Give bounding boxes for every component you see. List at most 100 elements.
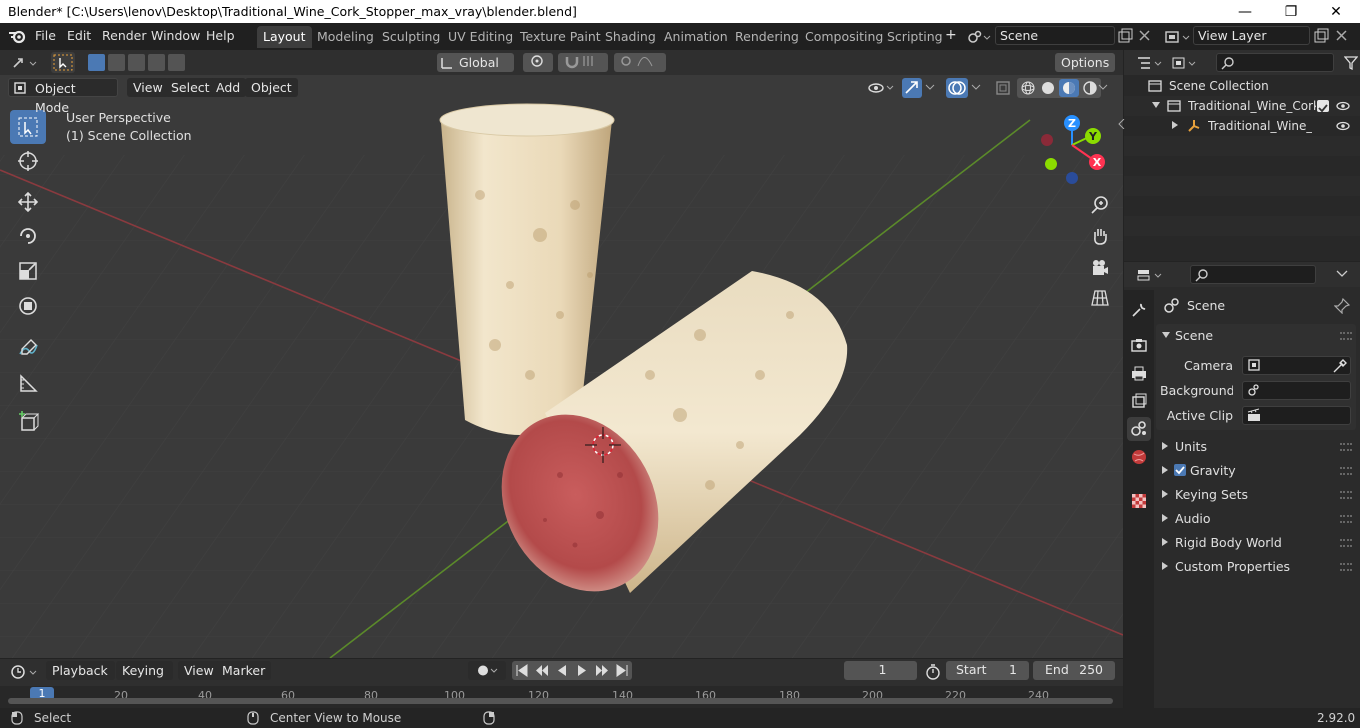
rotate-tool[interactable] <box>10 219 46 253</box>
copy-view-layer-icon[interactable] <box>1313 28 1331 44</box>
timeline-view-menu[interactable]: View <box>178 661 220 680</box>
select-tool-button[interactable] <box>51 52 75 73</box>
outliner-row-scene-collection[interactable]: Scene Collection <box>1124 76 1360 96</box>
play-icon[interactable] <box>572 661 592 680</box>
copy-scene-icon[interactable] <box>1117 28 1135 44</box>
pan-button[interactable] <box>1087 223 1113 249</box>
stopwatch-icon[interactable] <box>924 663 942 681</box>
next-keyframe-icon[interactable] <box>592 661 612 680</box>
tab-shading[interactable]: Shading <box>599 26 662 48</box>
solid-shading-icon[interactable] <box>1039 79 1057 97</box>
camera-view-button[interactable] <box>1087 255 1113 281</box>
tab-world[interactable] <box>1127 445 1151 469</box>
options-dropdown[interactable]: Options <box>1055 53 1115 72</box>
tab-compositing[interactable]: Compositing <box>799 26 889 48</box>
tab-texture-paint[interactable]: Texture Paint <box>514 26 607 48</box>
overlays-dropdown-icon[interactable] <box>970 83 982 93</box>
current-frame-field[interactable]: 1 <box>844 661 917 680</box>
eye-icon[interactable] <box>1335 119 1351 133</box>
properties-search-input[interactable] <box>1190 265 1316 284</box>
expand-arrow-right-icon[interactable] <box>1172 121 1180 131</box>
filter-icon[interactable] <box>1344 56 1358 70</box>
panel-expand-icon[interactable] <box>1162 332 1172 340</box>
menu-window[interactable]: Window <box>151 28 200 43</box>
select-new-icon[interactable] <box>88 54 105 71</box>
panel-grip-icon[interactable] <box>1340 332 1352 340</box>
select-subtract-icon[interactable] <box>128 54 145 71</box>
minimize-button[interactable]: — <box>1222 0 1268 23</box>
wireframe-shading-icon[interactable] <box>1019 79 1037 97</box>
jump-end-icon[interactable] <box>612 661 632 680</box>
playback-menu[interactable]: Playback <box>46 661 115 680</box>
visibility-eye-icon[interactable] <box>866 79 896 97</box>
outliner-editor-icon[interactable] <box>1136 55 1164 71</box>
scene-panel-title[interactable]: Scene <box>1175 328 1213 343</box>
marker-menu[interactable]: Marker <box>216 661 272 680</box>
panel-grip-icon[interactable] <box>1340 515 1352 523</box>
tab-output[interactable] <box>1127 361 1151 385</box>
prev-keyframe-icon[interactable] <box>532 661 552 680</box>
blender-logo-icon[interactable] <box>8 28 28 44</box>
gizmo-toggle[interactable] <box>902 78 922 98</box>
tab-view-layer[interactable] <box>1127 389 1151 413</box>
view-layer-icon[interactable] <box>1164 29 1192 45</box>
transform-tool[interactable] <box>10 289 46 323</box>
material-preview-shading-icon[interactable] <box>1059 79 1079 97</box>
maximize-button[interactable]: ❐ <box>1268 0 1314 23</box>
remove-scene-icon[interactable] <box>1138 29 1152 43</box>
end-frame-field[interactable]: End 250 <box>1033 661 1115 680</box>
scene-field[interactable]: Scene <box>995 26 1115 45</box>
auto-keying-toggle[interactable] <box>468 661 506 680</box>
tab-modeling[interactable]: Modeling <box>311 26 380 48</box>
panel-grip-icon[interactable] <box>1340 467 1352 475</box>
gravity-checkbox[interactable] <box>1174 464 1186 476</box>
xray-icon[interactable] <box>994 79 1012 97</box>
start-frame-field[interactable]: Start 1 <box>946 661 1029 680</box>
keying-menu[interactable]: Keying <box>116 661 173 680</box>
measure-tool[interactable] <box>10 366 46 400</box>
tab-texture[interactable] <box>1127 489 1151 513</box>
eyedropper-icon[interactable] <box>1332 358 1348 374</box>
expand-arrow-down-icon[interactable] <box>1152 102 1162 110</box>
annotate-tool[interactable] <box>10 331 46 365</box>
view-layer-field[interactable]: View Layer <box>1193 26 1310 45</box>
shading-dropdown-icon[interactable] <box>1097 83 1109 93</box>
menu-file[interactable]: File <box>35 28 56 43</box>
scale-tool[interactable] <box>10 254 46 288</box>
gizmo-dropdown-icon[interactable] <box>924 83 936 93</box>
close-button[interactable]: ✕ <box>1313 0 1359 23</box>
eye-icon[interactable] <box>1335 99 1351 113</box>
exclude-checkbox[interactable] <box>1317 100 1329 113</box>
tab-rendering[interactable]: Rendering <box>729 26 805 48</box>
pivot-point-dropdown[interactable] <box>523 53 553 72</box>
select-invert-icon[interactable] <box>148 54 165 71</box>
remove-view-layer-icon[interactable] <box>1335 29 1349 43</box>
outliner-row-cork-collection[interactable]: Traditional_Wine_Cork_S <box>1124 96 1360 116</box>
cursor-tool[interactable] <box>10 144 46 178</box>
menu-edit[interactable]: Edit <box>67 28 91 43</box>
pin-icon[interactable] <box>1334 298 1350 314</box>
active-clip-field[interactable] <box>1242 406 1351 425</box>
add-cube-tool[interactable] <box>10 405 46 439</box>
panel-grip-icon[interactable] <box>1340 563 1352 571</box>
tab-tool[interactable] <box>1127 298 1151 322</box>
tab-animation[interactable]: Animation <box>658 26 734 48</box>
ortho-toggle-button[interactable] <box>1087 285 1113 311</box>
tab-sculpting[interactable]: Sculpting <box>376 26 446 48</box>
panel-grip-icon[interactable] <box>1340 491 1352 499</box>
scene-icon[interactable] <box>967 29 991 45</box>
snap-toggle[interactable] <box>558 53 608 72</box>
add-workspace-button[interactable]: + <box>945 27 957 43</box>
play-reverse-icon[interactable] <box>552 661 572 680</box>
select-extend-icon[interactable] <box>108 54 125 71</box>
timeline-editor-icon[interactable] <box>10 664 40 680</box>
display-mode-icon[interactable] <box>1171 55 1199 71</box>
tab-render[interactable] <box>1127 333 1151 357</box>
proportional-edit-toggle[interactable] <box>614 53 666 72</box>
background-scene-field[interactable] <box>1242 381 1351 400</box>
menu-add[interactable]: Add <box>210 78 247 97</box>
properties-editor-icon[interactable] <box>1136 267 1164 283</box>
menu-help[interactable]: Help <box>206 28 235 43</box>
move-tool[interactable] <box>10 185 46 219</box>
tab-uv-editing[interactable]: UV Editing <box>442 26 519 48</box>
